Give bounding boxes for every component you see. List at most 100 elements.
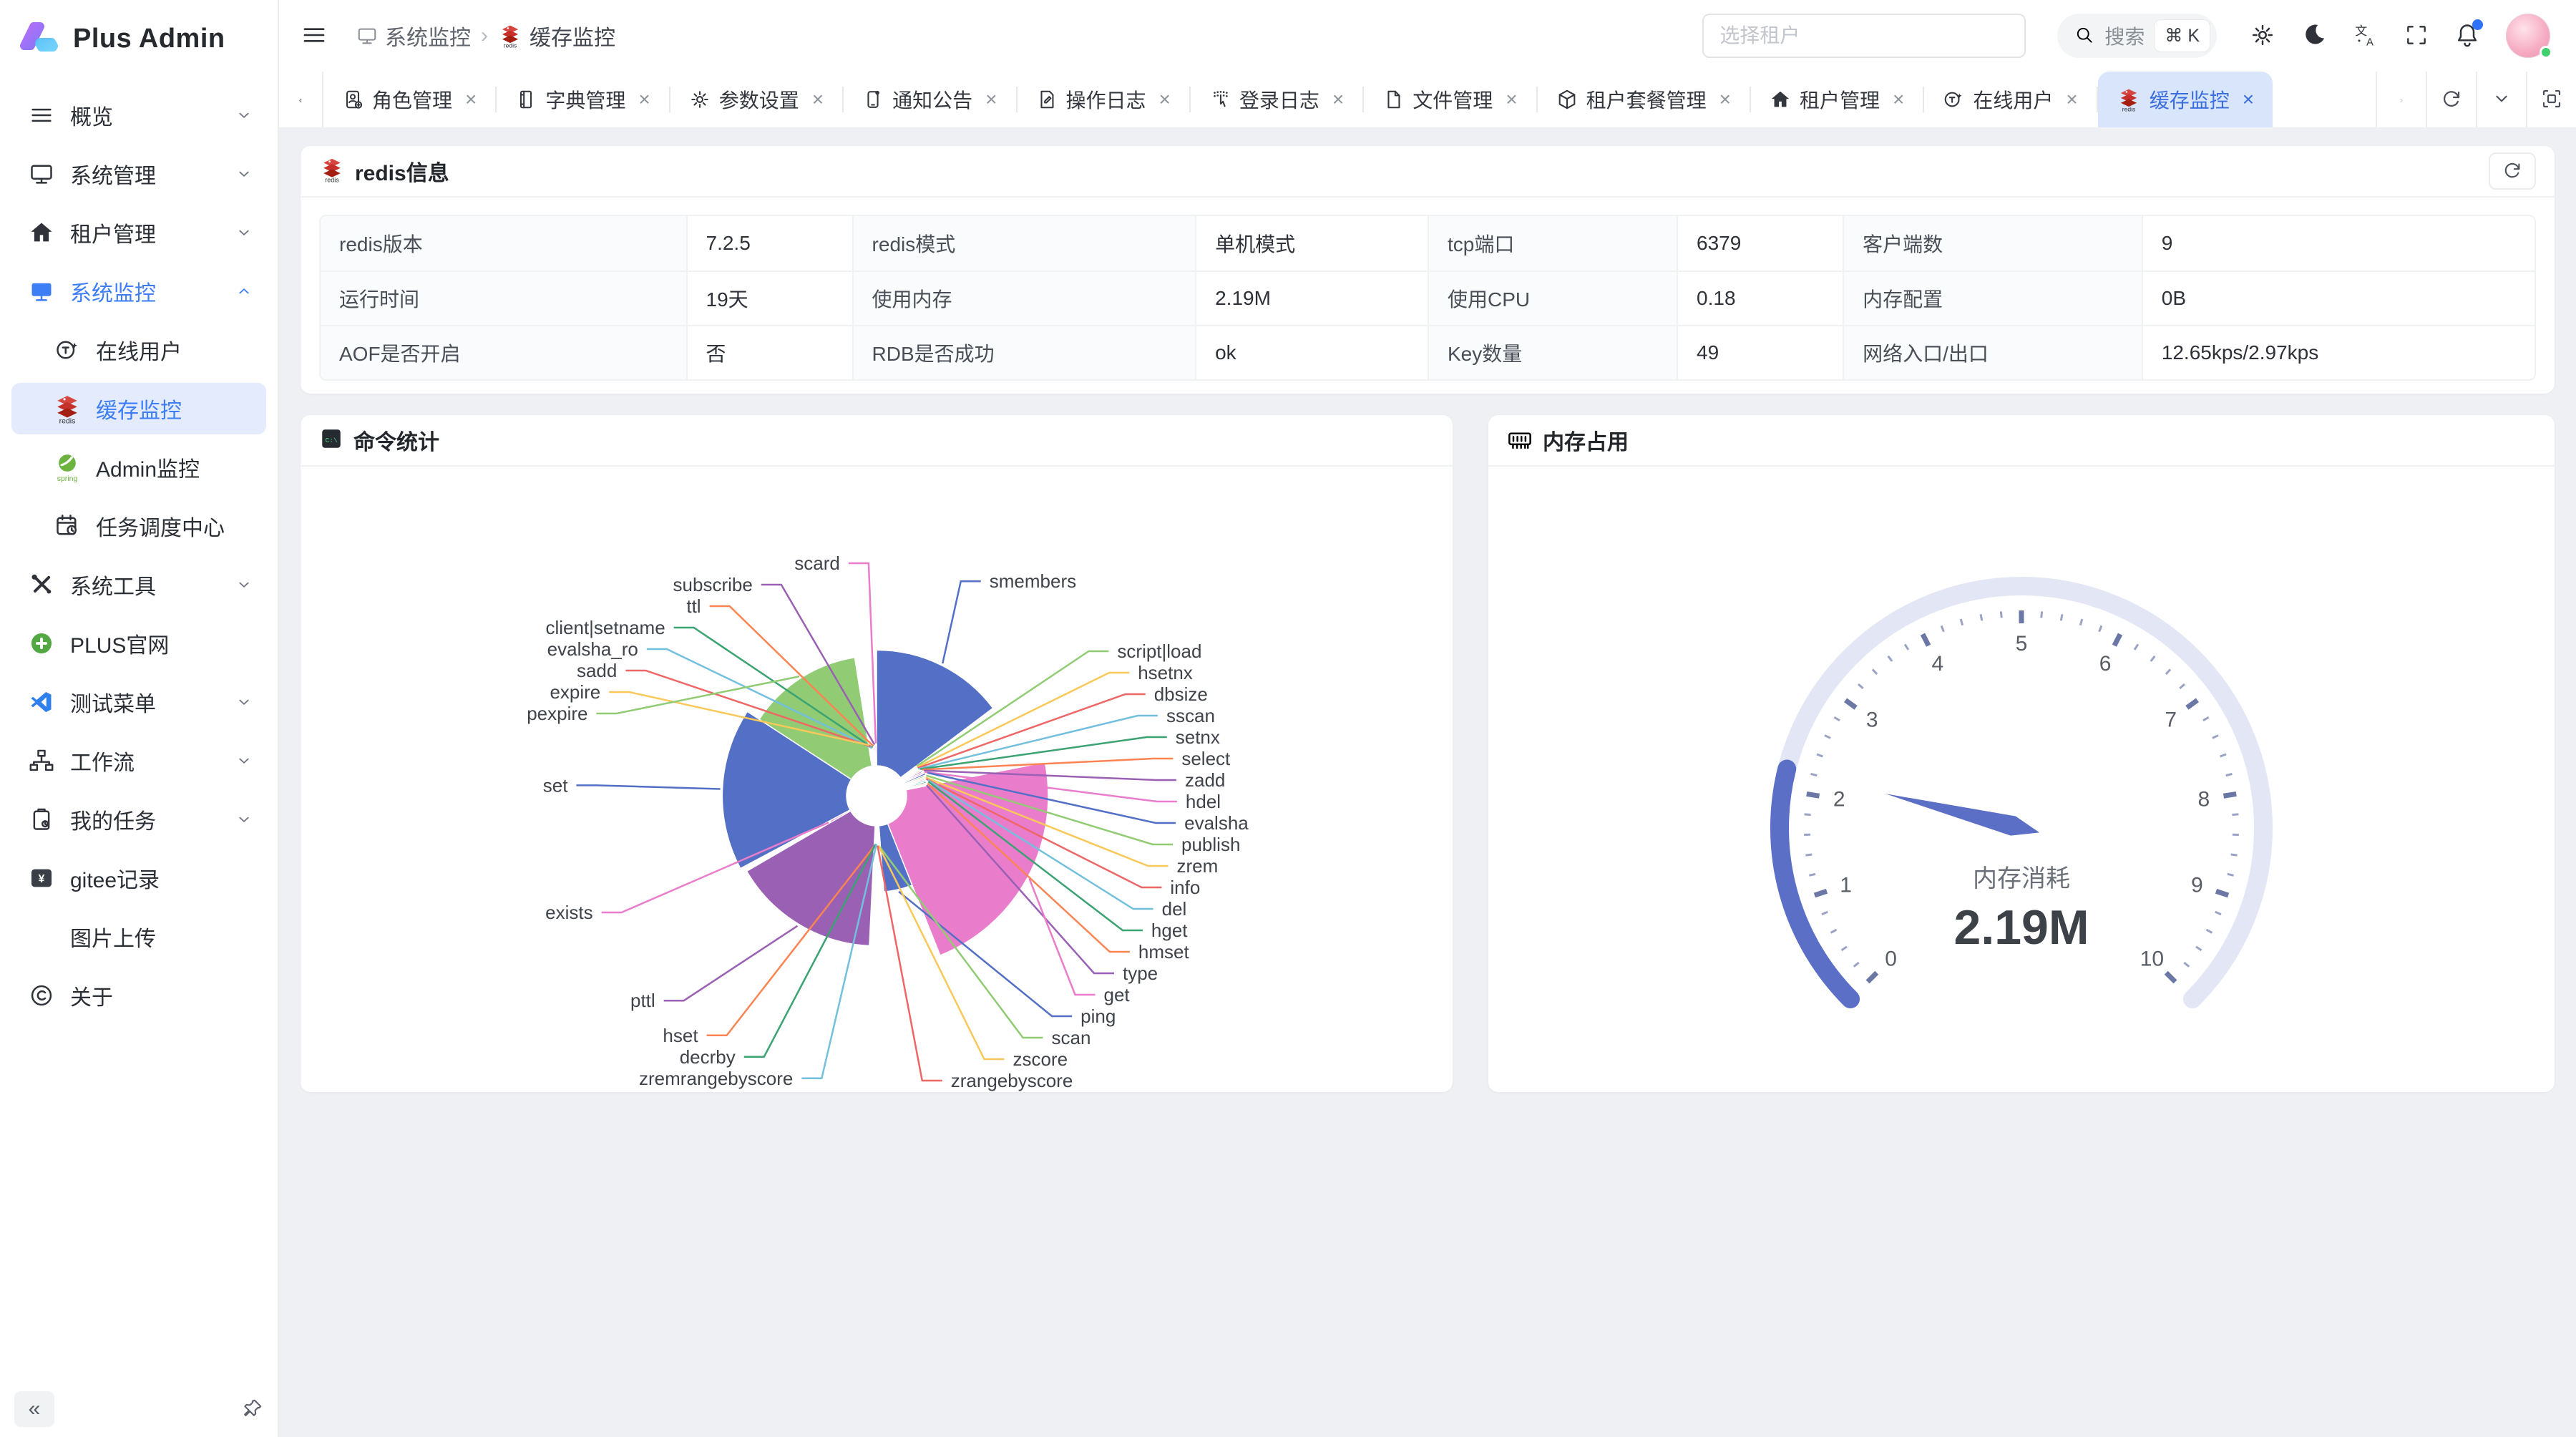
fullscreen-icon[interactable] bbox=[2404, 23, 2429, 49]
gauge-minor-tick bbox=[2220, 754, 2226, 756]
sidebar-item[interactable]: 系统管理 bbox=[11, 148, 266, 200]
tabs-scroll-left-button[interactable]: ‹ bbox=[279, 72, 323, 127]
gauge-minor-tick bbox=[2228, 874, 2234, 875]
breadcrumb-item[interactable]: 系统监控 bbox=[356, 20, 471, 52]
sidebar-item[interactable]: 我的任务 bbox=[11, 794, 266, 845]
sidebar-item[interactable]: 任务调度中心 bbox=[11, 500, 266, 552]
hamburger-menu-icon[interactable] bbox=[301, 21, 328, 51]
sidebar-item[interactable]: 租户管理 bbox=[11, 207, 266, 258]
tab-controls: › bbox=[2376, 72, 2576, 127]
tab-item[interactable]: 参数设置 × bbox=[670, 72, 842, 127]
tab-close-icon[interactable]: × bbox=[1332, 88, 1344, 111]
sidebar-item[interactable]: 图片上传 bbox=[11, 911, 266, 963]
sidebar-item[interactable]: 概览 bbox=[11, 89, 266, 141]
tab-item[interactable]: 文件管理× bbox=[1364, 72, 1536, 127]
global-search-button[interactable]: 搜索 ⌘ K bbox=[2057, 14, 2217, 58]
sidebar-item-label: 测试菜单 bbox=[70, 686, 156, 718]
tab-item[interactable]: 租户管理× bbox=[1751, 72, 1923, 127]
tab-item[interactable]: 在线用户× bbox=[1924, 72, 2096, 127]
gauge-minor-tick bbox=[2080, 619, 2082, 625]
settings-gear-icon[interactable] bbox=[2250, 22, 2275, 50]
info-cell-label: RDB是否成功 bbox=[852, 325, 1196, 379]
sidebar-pin-button[interactable] bbox=[242, 1398, 263, 1421]
tab-close-icon[interactable]: × bbox=[1719, 88, 1731, 111]
sidebar-item[interactable]: PLUS官网 bbox=[11, 618, 266, 669]
sidebar-item[interactable]: 系统监控 bbox=[11, 266, 266, 317]
gauge-minor-tick bbox=[2203, 717, 2209, 721]
svg-text:C:\: C:\ bbox=[326, 436, 338, 444]
tab-item[interactable]: 字典管理× bbox=[497, 72, 668, 127]
command-stats-chart[interactable]: smembersscript|loadhsetnxdbsizesscansetn… bbox=[301, 467, 1453, 1092]
redis-info-panel: redis redis信息 redis版本7.2.5redis模式单机模式tcp… bbox=[301, 146, 2555, 394]
search-icon bbox=[2074, 25, 2094, 47]
tab-label: 参数设置 bbox=[719, 85, 799, 114]
tab-close-icon[interactable]: × bbox=[812, 88, 824, 111]
schedule-icon bbox=[52, 510, 83, 542]
memory-gauge-chart[interactable]: 012345678910内存消耗2.19M bbox=[1488, 467, 2555, 1092]
redis-info-body: redis版本7.2.5redis模式单机模式tcp端口6379客户端数9运行时… bbox=[301, 198, 2555, 394]
gauge-minor-tick bbox=[1905, 644, 1908, 650]
sidebar-item[interactable]: 关于 bbox=[11, 970, 266, 1021]
gauge-minor-tick bbox=[2207, 930, 2212, 932]
gauge-tick-label: 2 bbox=[1833, 788, 1845, 812]
tab-close-icon[interactable]: × bbox=[1159, 88, 1171, 111]
content-fullscreen-icon[interactable] bbox=[2526, 72, 2576, 127]
pie-label: expire bbox=[550, 681, 600, 703]
sidebar-item[interactable]: springAdmin监控 bbox=[11, 442, 266, 493]
app-logo[interactable]: Plus Admin bbox=[0, 0, 278, 82]
tab-item[interactable]: 租户套餐管理× bbox=[1538, 72, 1750, 127]
breadcrumb-item[interactable]: redis缓存监控 bbox=[498, 20, 615, 52]
pie-label: subscribe bbox=[673, 574, 753, 595]
gauge-tick-label: 9 bbox=[2191, 874, 2203, 897]
sidebar-item[interactable]: 测试菜单 bbox=[11, 676, 266, 728]
refresh-page-icon[interactable] bbox=[2426, 72, 2476, 127]
redis-info-refresh-button[interactable] bbox=[2489, 152, 2536, 190]
user-avatar[interactable] bbox=[2506, 14, 2550, 58]
tab-close-icon[interactable]: × bbox=[638, 88, 650, 111]
sidebar-item[interactable]: redis缓存监控 bbox=[11, 383, 266, 434]
gear-icon bbox=[689, 89, 711, 110]
svg-text:redis: redis bbox=[504, 42, 517, 48]
pie-label-line bbox=[576, 785, 720, 789]
tab-item[interactable]: 登录日志× bbox=[1191, 72, 1362, 127]
tab-item[interactable]: 通知公告 × bbox=[844, 72, 1015, 127]
dark-mode-moon-icon[interactable] bbox=[2301, 22, 2327, 50]
tab-close-icon[interactable]: × bbox=[465, 88, 477, 111]
sidebar-collapse-button[interactable]: « bbox=[14, 1391, 54, 1427]
sidebar: Plus Admin 概览系统管理租户管理系统监控在线用户 redis缓存监控 sp… bbox=[0, 0, 279, 1437]
tab-close-icon[interactable]: × bbox=[1893, 88, 1904, 111]
tab-label: 通知公告 bbox=[892, 85, 972, 114]
gauge-minor-tick bbox=[2226, 774, 2233, 775]
tab-active[interactable]: redis缓存监控× bbox=[2098, 72, 2273, 127]
sidebar-item[interactable]: 系统工具 bbox=[11, 559, 266, 610]
redis-icon: redis bbox=[52, 393, 83, 424]
sidebar-item[interactable]: 在线用户 bbox=[11, 324, 266, 376]
tab-close-icon[interactable]: × bbox=[2066, 88, 2077, 111]
gauge-minor-tick bbox=[2184, 963, 2189, 967]
tab-close-icon[interactable]: × bbox=[985, 88, 997, 111]
sidebar-item-label: 任务调度中心 bbox=[96, 510, 225, 542]
gauge-tick-label: 1 bbox=[1840, 874, 1852, 897]
tabs-scroll-right-button[interactable]: › bbox=[2376, 72, 2426, 127]
chevron-down-icon bbox=[235, 810, 253, 829]
tab-item[interactable]: 操作日志× bbox=[1018, 72, 1189, 127]
sidebar-item-label: 图片上传 bbox=[70, 921, 156, 953]
package-icon bbox=[1556, 89, 1578, 110]
sidebar-item[interactable]: 工作流 bbox=[11, 735, 266, 786]
search-shortcut-badge: ⌘ K bbox=[2155, 20, 2210, 52]
tab-close-icon[interactable]: × bbox=[2243, 88, 2254, 111]
translate-icon[interactable]: 文A bbox=[2353, 22, 2379, 50]
pie-label: zscore bbox=[1013, 1048, 1068, 1070]
pie-slice[interactable] bbox=[875, 746, 877, 766]
search-label: 搜索 bbox=[2104, 21, 2145, 50]
tabs-dropdown-icon[interactable] bbox=[2476, 72, 2526, 127]
sidebar-item[interactable]: ¥gitee记录 bbox=[11, 852, 266, 904]
tab-close-icon[interactable]: × bbox=[1506, 88, 1517, 111]
pie-slice[interactable] bbox=[888, 762, 1048, 955]
breadcrumb: 系统监控›redis缓存监控 bbox=[356, 20, 615, 52]
tab-item[interactable]: 角色管理× bbox=[323, 72, 495, 127]
notifications-bell-icon[interactable] bbox=[2454, 22, 2480, 50]
gauge-minor-tick bbox=[1941, 625, 1943, 631]
tenant-select-input[interactable] bbox=[1702, 14, 2026, 58]
vscode-icon bbox=[26, 686, 57, 718]
